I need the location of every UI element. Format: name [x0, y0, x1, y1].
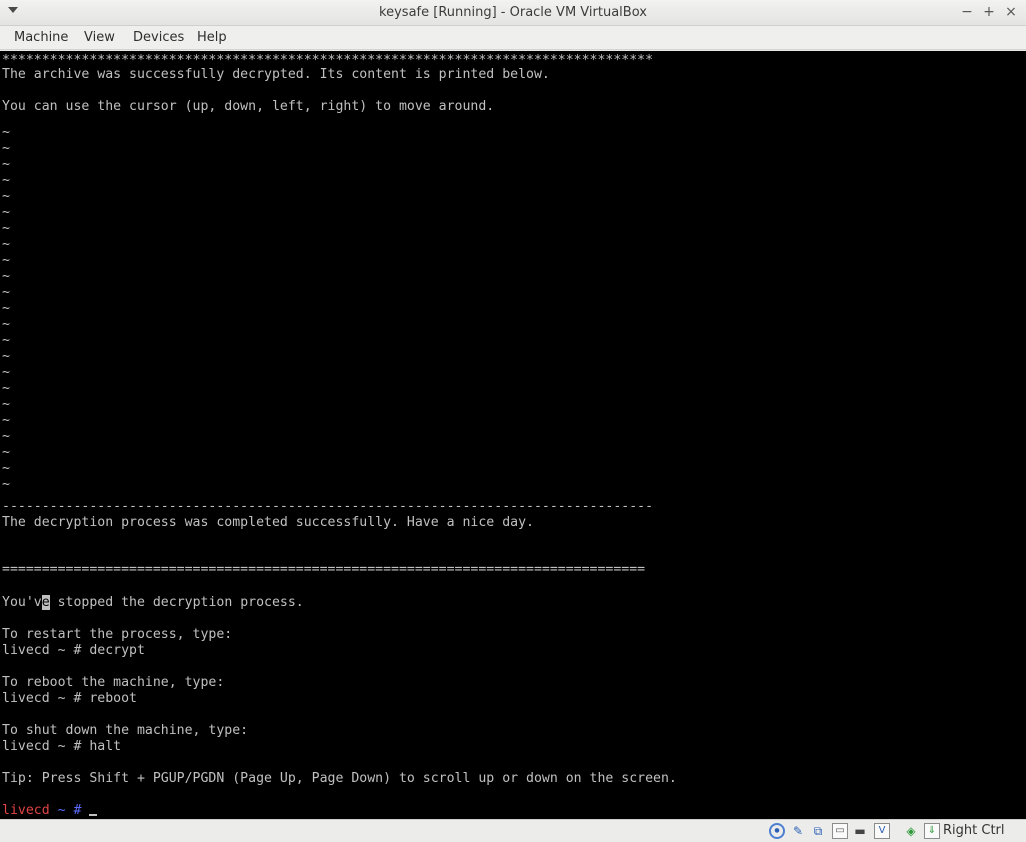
shared-folders-icon[interactable]: ▭ — [832, 823, 848, 839]
completed-message: The decryption process was completed suc… — [2, 515, 534, 530]
display-icon[interactable]: ▬ — [852, 823, 868, 839]
tilde-line: ~ — [2, 269, 10, 284]
tilde-line: ~ — [2, 349, 10, 364]
tilde-line: ~ — [2, 205, 10, 220]
stopped-message: You've stopped the decryption process. — [2, 595, 304, 610]
cursor-message: You can use the cursor (up, down, left, … — [2, 99, 495, 114]
tilde-line: ~ — [2, 285, 10, 300]
tilde-line: ~ — [2, 141, 10, 156]
tilde-line: ~ — [2, 477, 10, 492]
tilde-line: ~ — [2, 125, 10, 140]
tilde-line: ~ — [2, 157, 10, 172]
tilde-line: ~ — [2, 333, 10, 348]
prompt-host: livecd — [2, 803, 50, 818]
menu-devices[interactable]: Devices — [133, 30, 184, 45]
reboot-message: To reboot the machine, type: — [2, 675, 225, 690]
tilde-line: ~ — [2, 221, 10, 236]
tilde-line: ~ — [2, 461, 10, 476]
archive-message: The archive was successfully decrypted. … — [2, 67, 550, 82]
tilde-line: ~ — [2, 413, 10, 428]
maximize-button[interactable]: + — [980, 3, 998, 21]
reboot-command: livecd ~ # reboot — [2, 691, 137, 706]
statusbar: ● ✎ ⧉ ▭ ▬ V ◈ ⇓ Right Ctrl — [0, 819, 1026, 842]
network-icon[interactable]: ⧉ — [810, 823, 826, 839]
menu-view[interactable]: View — [84, 30, 115, 45]
close-button[interactable]: × — [1002, 3, 1020, 21]
tip-message: Tip: Press Shift + PGUP/PGDN (Page Up, P… — [2, 771, 677, 786]
restart-message: To restart the process, type: — [2, 627, 233, 642]
text-cursor: e — [41, 595, 50, 610]
usb-icon[interactable]: ✎ — [790, 823, 806, 839]
virtualization-icon[interactable]: ◈ — [903, 823, 919, 839]
tilde-line: ~ — [2, 301, 10, 316]
shell-prompt[interactable]: livecd ~ # — [2, 803, 98, 819]
tilde-line: ~ — [2, 381, 10, 396]
optical-drive-icon[interactable]: ● — [769, 823, 785, 839]
tilde-line: ~ — [2, 173, 10, 188]
restart-command: livecd ~ # decrypt — [2, 643, 145, 658]
mouse-integration-icon[interactable]: ⇓ — [924, 823, 940, 839]
tilde-line: ~ — [2, 253, 10, 268]
window-title: keysafe [Running] - Oracle VM VirtualBox — [379, 5, 647, 20]
window-titlebar: keysafe [Running] - Oracle VM VirtualBox… — [0, 0, 1026, 26]
shutdown-command: livecd ~ # halt — [2, 739, 122, 754]
tilde-line: ~ — [2, 397, 10, 412]
prompt-cursor — [89, 814, 98, 816]
host-key-label: Right Ctrl — [943, 823, 1005, 838]
menu-machine[interactable]: Machine — [14, 30, 68, 45]
tilde-line: ~ — [2, 365, 10, 380]
video-capture-icon[interactable]: V — [874, 823, 890, 839]
menu-help[interactable]: Help — [197, 30, 227, 45]
menubar: Machine View Devices Help — [0, 26, 1026, 50]
equals-rule: ========================================… — [2, 562, 646, 577]
tilde-line: ~ — [2, 317, 10, 332]
shutdown-message: To shut down the machine, type: — [2, 723, 249, 738]
tilde-line: ~ — [2, 445, 10, 460]
vm-screen[interactable]: ****************************************… — [0, 51, 1026, 819]
tilde-line: ~ — [2, 237, 10, 252]
tilde-line: ~ — [2, 429, 10, 444]
dash-rule: ----------------------------------------… — [2, 499, 654, 514]
prompt-path: ~ # — [49, 803, 90, 818]
minimize-button[interactable]: − — [958, 3, 976, 21]
tilde-line: ~ — [2, 189, 10, 204]
